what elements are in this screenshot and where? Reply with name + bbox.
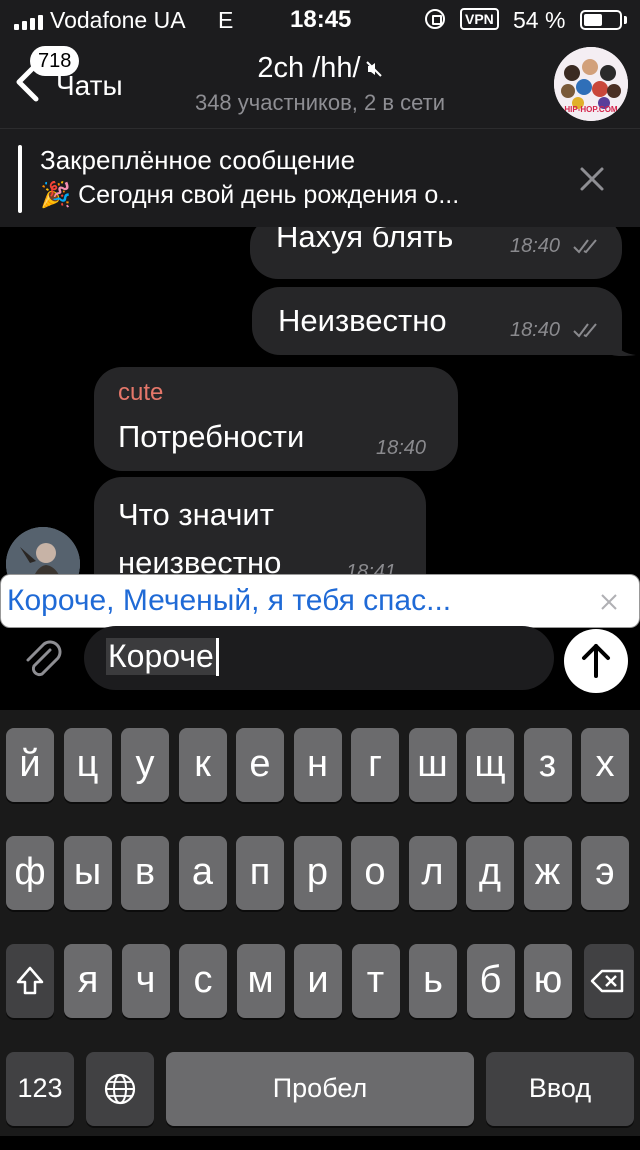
letter-key[interactable]: л — [408, 836, 457, 910]
letter-key[interactable]: э — [581, 836, 629, 910]
letter-key[interactable]: н — [293, 728, 342, 802]
read-checkmarks-icon — [573, 323, 597, 338]
outgoing-message-bubble[interactable]: Неизвестно 18:40 — [252, 287, 622, 355]
battery-icon — [580, 10, 622, 30]
letter-key[interactable]: е — [236, 728, 284, 802]
chat-subtitle: 348 участников, 2 в сети — [194, 90, 446, 115]
carrier-name: Vodafone UA — [50, 7, 186, 33]
chat-title[interactable]: 2ch /hh/ — [257, 52, 360, 84]
letter-key[interactable]: ь — [409, 944, 457, 1018]
letter-key[interactable]: к — [178, 728, 227, 802]
message-input-value[interactable]: Короче — [106, 638, 216, 675]
group-avatar[interactable]: HIP-HOP.COM — [554, 47, 628, 121]
letter-key[interactable]: щ — [466, 728, 514, 802]
letter-key[interactable]: м — [236, 944, 285, 1018]
bubble-tail — [612, 339, 636, 356]
letter-key[interactable]: х — [581, 728, 629, 802]
letter-key[interactable]: п — [236, 836, 284, 910]
backspace-key[interactable] — [584, 944, 634, 1018]
letter-key[interactable]: р — [293, 836, 342, 910]
arrow-up-icon — [582, 644, 610, 678]
letter-key[interactable]: й — [6, 728, 54, 802]
suggestion-text[interactable]: Короче, Меченый, я тебя спас... — [7, 584, 451, 618]
pinned-indicator-bar — [18, 145, 22, 213]
letter-key[interactable]: ю — [524, 944, 572, 1018]
navigation-bar: Vodafone UA E 18:45 VPN 54 % Чаты 718 2c… — [0, 0, 640, 128]
letter-key[interactable]: а — [178, 836, 227, 910]
letter-key[interactable]: я — [64, 944, 112, 1018]
orientation-lock-icon — [425, 9, 445, 29]
message-text: Потребности — [118, 419, 305, 454]
letter-key[interactable]: о — [351, 836, 399, 910]
letter-key[interactable]: ц — [63, 728, 112, 802]
incoming-message-bubble[interactable]: cute Потребности 18:40 — [94, 367, 458, 471]
letter-key[interactable]: ы — [63, 836, 112, 910]
paperclip-icon[interactable] — [20, 636, 66, 682]
battery-level-fill — [584, 14, 603, 26]
shift-icon — [16, 966, 44, 995]
message-time: 18:40 — [510, 319, 561, 341]
globe-key[interactable] — [86, 1052, 154, 1126]
message-sender-name[interactable]: cute — [118, 379, 163, 407]
sender-avatar-image — [6, 527, 80, 574]
keyboard: йцукенгшщзх фывапролджэ ячсмитьбю 123 Пр… — [0, 710, 640, 1136]
letter-key[interactable]: т — [351, 944, 400, 1018]
status-time: 18:45 — [290, 6, 352, 33]
letter-key[interactable]: и — [294, 944, 342, 1018]
return-key[interactable]: Ввод — [486, 1052, 634, 1126]
pinned-message-panel[interactable]: Закреплённое сообщение 🎉 Сегодня свой де… — [0, 128, 640, 227]
shift-key[interactable] — [6, 944, 54, 1018]
chat-title-container[interactable]: 2ch /hh/ — [0, 52, 640, 85]
incoming-message-bubble[interactable]: Что значит неизвестно 18:41 — [94, 477, 426, 574]
letter-key[interactable]: б — [466, 944, 515, 1018]
text-caret — [216, 638, 219, 676]
muted-icon — [365, 61, 382, 78]
message-text: Неизвестно — [278, 303, 447, 338]
pinned-title: Закреплённое сообщение — [40, 145, 356, 175]
backspace-icon — [590, 969, 624, 993]
letter-key[interactable]: ш — [408, 728, 457, 802]
globe-icon — [104, 1073, 136, 1105]
message-list[interactable]: Нахуя блять 18:40 Неизвестно 18:40 cute … — [0, 227, 640, 574]
dismiss-suggestion-icon[interactable] — [599, 592, 619, 612]
read-checkmarks-icon — [573, 239, 597, 254]
letter-key[interactable]: ч — [121, 944, 170, 1018]
message-text-line2: неизвестно — [118, 545, 282, 574]
close-icon[interactable] — [576, 163, 608, 195]
letter-key[interactable]: с — [179, 944, 227, 1018]
network-type: E — [218, 7, 234, 33]
vpn-badge: VPN — [460, 8, 499, 30]
letter-key[interactable]: в — [121, 836, 169, 910]
group-avatar-text: HIP-HOP.COM — [564, 105, 618, 114]
message-time: 18:40 — [376, 437, 427, 459]
letter-key[interactable]: г — [351, 728, 399, 802]
letter-key[interactable]: ф — [6, 836, 54, 910]
message-input[interactable]: Короче — [84, 626, 554, 690]
battery-percent: 54 % — [513, 7, 566, 33]
space-key[interactable]: Пробел — [166, 1052, 474, 1126]
sender-avatar[interactable] — [6, 527, 80, 574]
signal-strength-icon — [14, 12, 43, 30]
message-time: 18:40 — [510, 235, 561, 257]
message-text: Нахуя блять — [276, 227, 454, 254]
outgoing-message-bubble[interactable]: Нахуя блять 18:40 — [250, 227, 622, 279]
letter-key[interactable]: ж — [523, 836, 572, 910]
autocomplete-suggestion[interactable]: Короче, Меченый, я тебя спас... — [0, 574, 640, 628]
send-button[interactable] — [564, 629, 628, 693]
numbers-key[interactable]: 123 — [6, 1052, 74, 1126]
status-bar: Vodafone UA E 18:45 VPN 54 % — [0, 0, 640, 40]
battery-tip — [624, 16, 627, 24]
letter-key[interactable]: у — [121, 728, 169, 802]
letter-key[interactable]: д — [466, 836, 514, 910]
message-text-line1: Что значит — [118, 497, 274, 532]
message-time: 18:41 — [346, 561, 397, 574]
letter-key[interactable]: з — [523, 728, 572, 802]
pinned-text: 🎉 Сегодня свой день рождения о... — [40, 181, 460, 209]
